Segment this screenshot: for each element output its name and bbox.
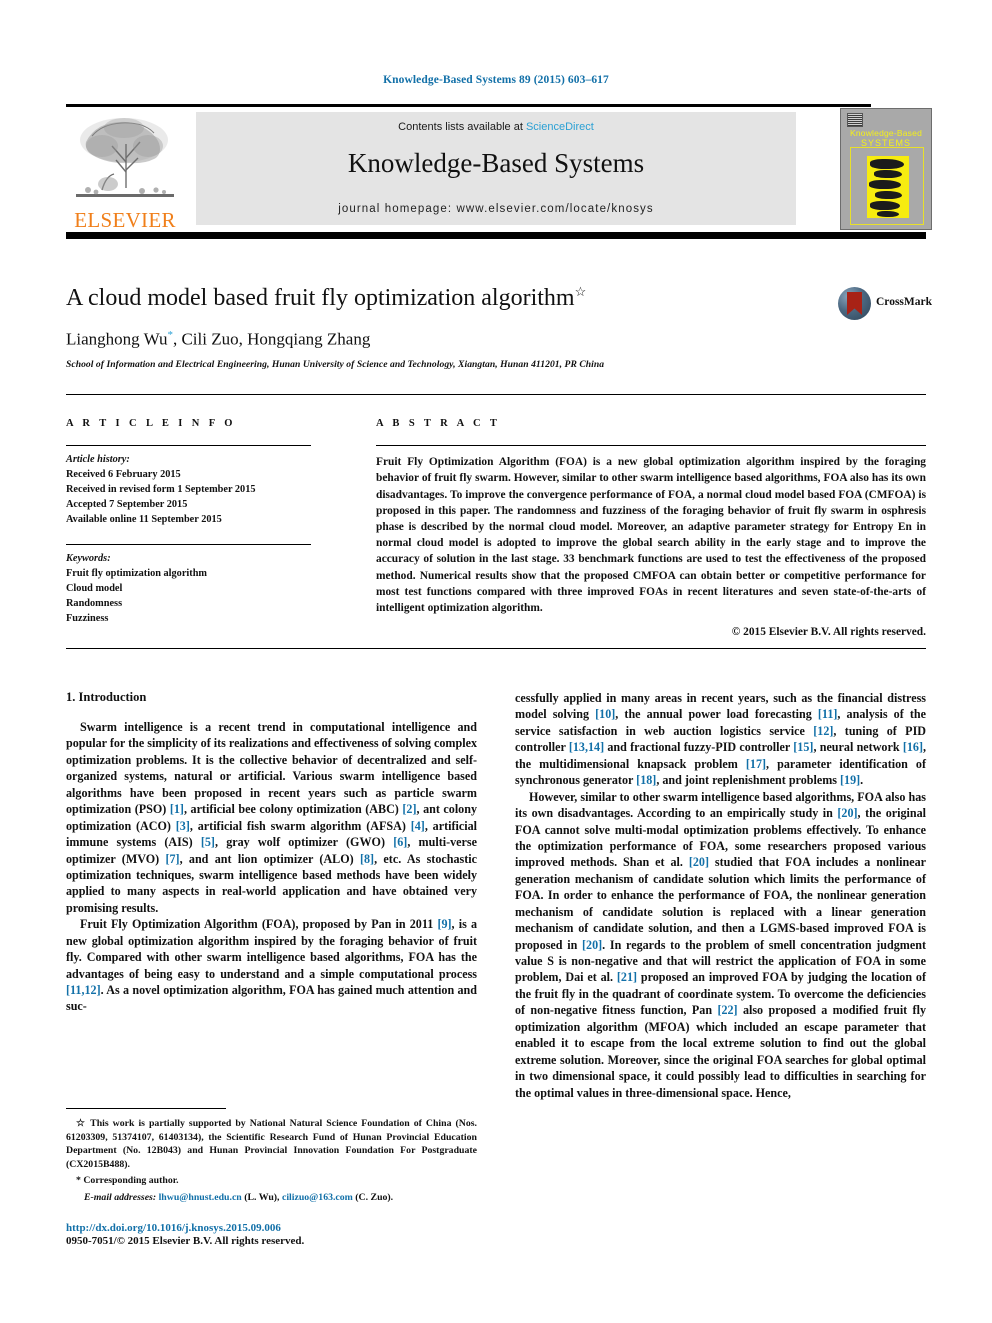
- corresponding-author-footnote: * Corresponding author.: [76, 1175, 179, 1187]
- keyword-item: Cloud model: [66, 582, 123, 594]
- citation-ref[interactable]: [4]: [411, 819, 425, 833]
- history-item: Available online 11 September 2015: [66, 513, 222, 525]
- footnote-rule: [66, 1108, 226, 1110]
- paragraph: Fruit Fly Optimization Algorithm (FOA), …: [66, 917, 477, 1014]
- email-label: E-mail addresses:: [84, 1191, 157, 1203]
- abstract-text: Fruit Fly Optimization Algorithm (FOA) i…: [376, 456, 926, 614]
- citation-ref[interactable]: [17]: [746, 757, 766, 771]
- citation-ref[interactable]: [1]: [170, 802, 184, 816]
- history-item: Accepted 7 September 2015: [66, 498, 188, 510]
- keyword-item: Fruit fly optimization algorithm: [66, 567, 207, 579]
- citation-ref[interactable]: [6]: [393, 835, 407, 849]
- citation-ref[interactable]: [11]: [818, 707, 837, 721]
- citation-ref[interactable]: [7]: [165, 852, 179, 866]
- citation-ref[interactable]: [8]: [360, 852, 374, 866]
- citation-ref[interactable]: [21]: [617, 970, 637, 984]
- citation-ref[interactable]: [5]: [201, 835, 215, 849]
- article-page: Knowledge-Based Systems 89 (2015) 603–61…: [0, 0, 992, 1323]
- article-header: A cloud model based fruit fly optimizati…: [66, 284, 932, 371]
- doi-link[interactable]: http://dx.doi.org/10.1016/j.knosys.2015.…: [66, 1222, 477, 1234]
- citation-ref[interactable]: [19]: [840, 773, 860, 787]
- article-history-label: Article history:: [66, 454, 130, 466]
- citation-ref[interactable]: [9]: [437, 917, 451, 931]
- paragraph: cessfully applied in many areas in recen…: [515, 691, 927, 788]
- citation-ref[interactable]: [22]: [717, 1003, 737, 1017]
- elsevier-wordmark: ELSEVIER: [74, 208, 176, 232]
- article-title-text: A cloud model based fruit fly optimizati…: [66, 285, 575, 311]
- history-item: Received in revised form 1 September 201…: [66, 484, 256, 496]
- journal-title: Knowledge-Based Systems: [347, 148, 645, 178]
- citation-ref[interactable]: [20]: [837, 806, 857, 820]
- doi-block: http://dx.doi.org/10.1016/j.knosys.2015.…: [66, 1222, 477, 1247]
- abstract-column: A B S T R A C T Fruit Fly Optimization A…: [376, 418, 926, 638]
- crossmark-label: CrossMark: [876, 296, 933, 308]
- citation-ref[interactable]: [13,14]: [569, 740, 604, 754]
- email-link-2[interactable]: cilizuo@163.com: [282, 1192, 353, 1203]
- email-link-1[interactable]: lhwu@hnust.edu.cn: [159, 1192, 242, 1203]
- paragraph: However, similar to other swarm intellig…: [515, 789, 927, 1100]
- title-footnote-marker[interactable]: ☆: [575, 284, 587, 299]
- elsevier-tree-icon: [76, 118, 174, 197]
- contents-lists-prefix: Contents lists available at: [398, 121, 526, 133]
- abstract-rule: [376, 445, 926, 447]
- abstract-heading: A B S T R A C T: [376, 418, 501, 429]
- article-info-rule: [66, 445, 311, 447]
- keywords-rule: [66, 543, 311, 545]
- cover-art-frame: [850, 147, 924, 225]
- affiliation: School of Information and Electrical Eng…: [66, 359, 605, 371]
- masthead-bottom-rule: [66, 232, 926, 239]
- body-column-left: 1. Introduction Swarm intelligence is a …: [66, 690, 477, 1015]
- contents-lists-line: Contents lists available at ScienceDirec…: [196, 121, 796, 133]
- citation-ref[interactable]: [12]: [813, 724, 833, 738]
- crossmark-badge[interactable]: CrossMark: [838, 287, 932, 321]
- citation-ref[interactable]: [18]: [636, 773, 656, 787]
- journal-homepage-link[interactable]: journal homepage: www.elsevier.com/locat…: [196, 203, 796, 215]
- citation-ref[interactable]: [20]: [689, 855, 709, 869]
- title-divider: [66, 394, 926, 396]
- author-list: Lianghong Wu*, Cili Zuo, Hongqiang Zhang: [66, 329, 926, 350]
- keywords-label: Keywords:: [66, 552, 111, 564]
- cover-publisher-mark: [847, 113, 863, 127]
- keyword-item: Randomness: [66, 597, 123, 609]
- article-history-block: Article history: Received 6 February 201…: [66, 453, 311, 528]
- history-item: Received 6 February 2015: [66, 469, 181, 481]
- email-owner-2: (C. Zuo).: [355, 1191, 394, 1203]
- citation-ref[interactable]: [16]: [903, 740, 923, 754]
- citation-ref[interactable]: [15]: [793, 740, 813, 754]
- email-footnote: E-mail addresses: lhwu@hnust.edu.cn (L. …: [66, 1191, 477, 1205]
- page-title: A cloud model based fruit fly optimizati…: [66, 284, 926, 313]
- crossmark-bookmark-shape: [847, 292, 862, 315]
- author-first: Lianghong Wu: [66, 329, 168, 349]
- cover-artwork: [867, 156, 909, 218]
- abstract-divider: [66, 648, 926, 650]
- article-info-heading: A R T I C L E I N F O: [66, 418, 236, 429]
- citation-ref[interactable]: [2]: [402, 802, 416, 816]
- copyright-line: © 2015 Elsevier B.V. All rights reserved…: [731, 626, 926, 639]
- article-info-column: A R T I C L E I N F O Article history: R…: [66, 418, 311, 627]
- issn-copyright-line: 0950-7051/© 2015 Elsevier B.V. All right…: [66, 1235, 305, 1247]
- authors-remaining: , Cili Zuo, Hongqiang Zhang: [172, 329, 371, 349]
- elsevier-logo: ELSEVIER: [66, 112, 184, 232]
- cover-title-line1: Knowledge-Based: [850, 128, 922, 138]
- body-column-right: cessfully applied in many areas in recen…: [515, 690, 926, 1101]
- masthead-top-rule: [66, 104, 871, 107]
- running-head: Knowledge-Based Systems 89 (2015) 603–61…: [383, 74, 609, 86]
- email-owner-1: (L. Wu),: [244, 1191, 280, 1203]
- keywords-block: Keywords: Fruit fly optimization algorit…: [66, 552, 311, 627]
- citation-ref[interactable]: [3]: [176, 819, 190, 833]
- masthead-banner: Contents lists available at ScienceDirec…: [196, 112, 796, 225]
- citation-ref[interactable]: [20]: [582, 938, 602, 952]
- citation-ref[interactable]: [11,12]: [66, 983, 101, 997]
- section-heading-introduction: 1. Introduction: [66, 690, 147, 704]
- journal-masthead: ELSEVIER Contents lists available at Sci…: [66, 104, 932, 239]
- journal-cover-thumbnail[interactable]: Knowledge-Based SYSTEMS: [840, 108, 932, 230]
- keyword-item: Fuzziness: [66, 612, 109, 624]
- crossmark-icon: [838, 287, 871, 320]
- citation-ref[interactable]: [10]: [595, 707, 615, 721]
- sciencedirect-link[interactable]: ScienceDirect: [526, 121, 594, 133]
- footnote-block: ☆ This work is partially supported by Na…: [66, 1108, 477, 1204]
- funding-footnote: ☆ This work is partially supported by Na…: [66, 1118, 477, 1170]
- paragraph: Swarm intelligence is a recent trend in …: [66, 720, 478, 915]
